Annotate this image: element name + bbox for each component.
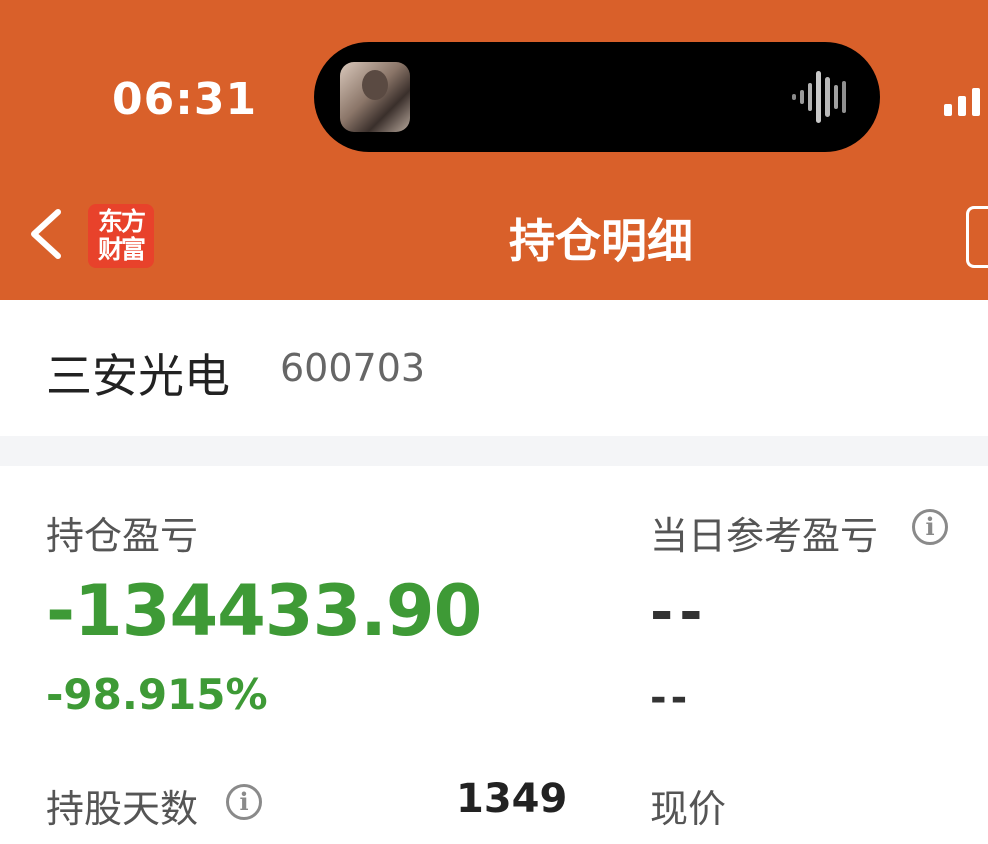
- status-time: 06:31: [112, 74, 258, 125]
- holding-days-info-icon[interactable]: i: [226, 784, 262, 820]
- media-thumbnail: [340, 62, 410, 132]
- app-header: 06:31 东方 财富 持仓明细: [0, 0, 988, 300]
- menu-icon[interactable]: [966, 206, 988, 268]
- daily-pl-label: 当日参考盈亏: [650, 514, 879, 558]
- daily-pl-value: --: [650, 580, 709, 645]
- section-divider: [0, 436, 988, 466]
- page-title: 持仓明细: [509, 214, 693, 268]
- position-pl-label: 持仓盈亏: [46, 514, 199, 558]
- audio-wave-icon: [792, 71, 846, 123]
- holding-days-value: 1349: [456, 776, 568, 822]
- dynamic-island[interactable]: [314, 42, 880, 152]
- position-pl-value: -134433.90: [46, 570, 482, 652]
- holding-days-label: 持股天数: [46, 787, 199, 831]
- current-price-label: 现价: [650, 787, 727, 831]
- signal-icon: [944, 88, 980, 116]
- position-pl-percent: -98.915%: [46, 670, 268, 719]
- daily-pl-info-icon[interactable]: i: [912, 509, 948, 545]
- daily-pl-percent: --: [650, 675, 692, 721]
- stock-name: 三安光电: [46, 349, 230, 403]
- stock-info-row[interactable]: 三安光电 600703: [0, 300, 988, 436]
- stock-code: 600703: [280, 346, 426, 390]
